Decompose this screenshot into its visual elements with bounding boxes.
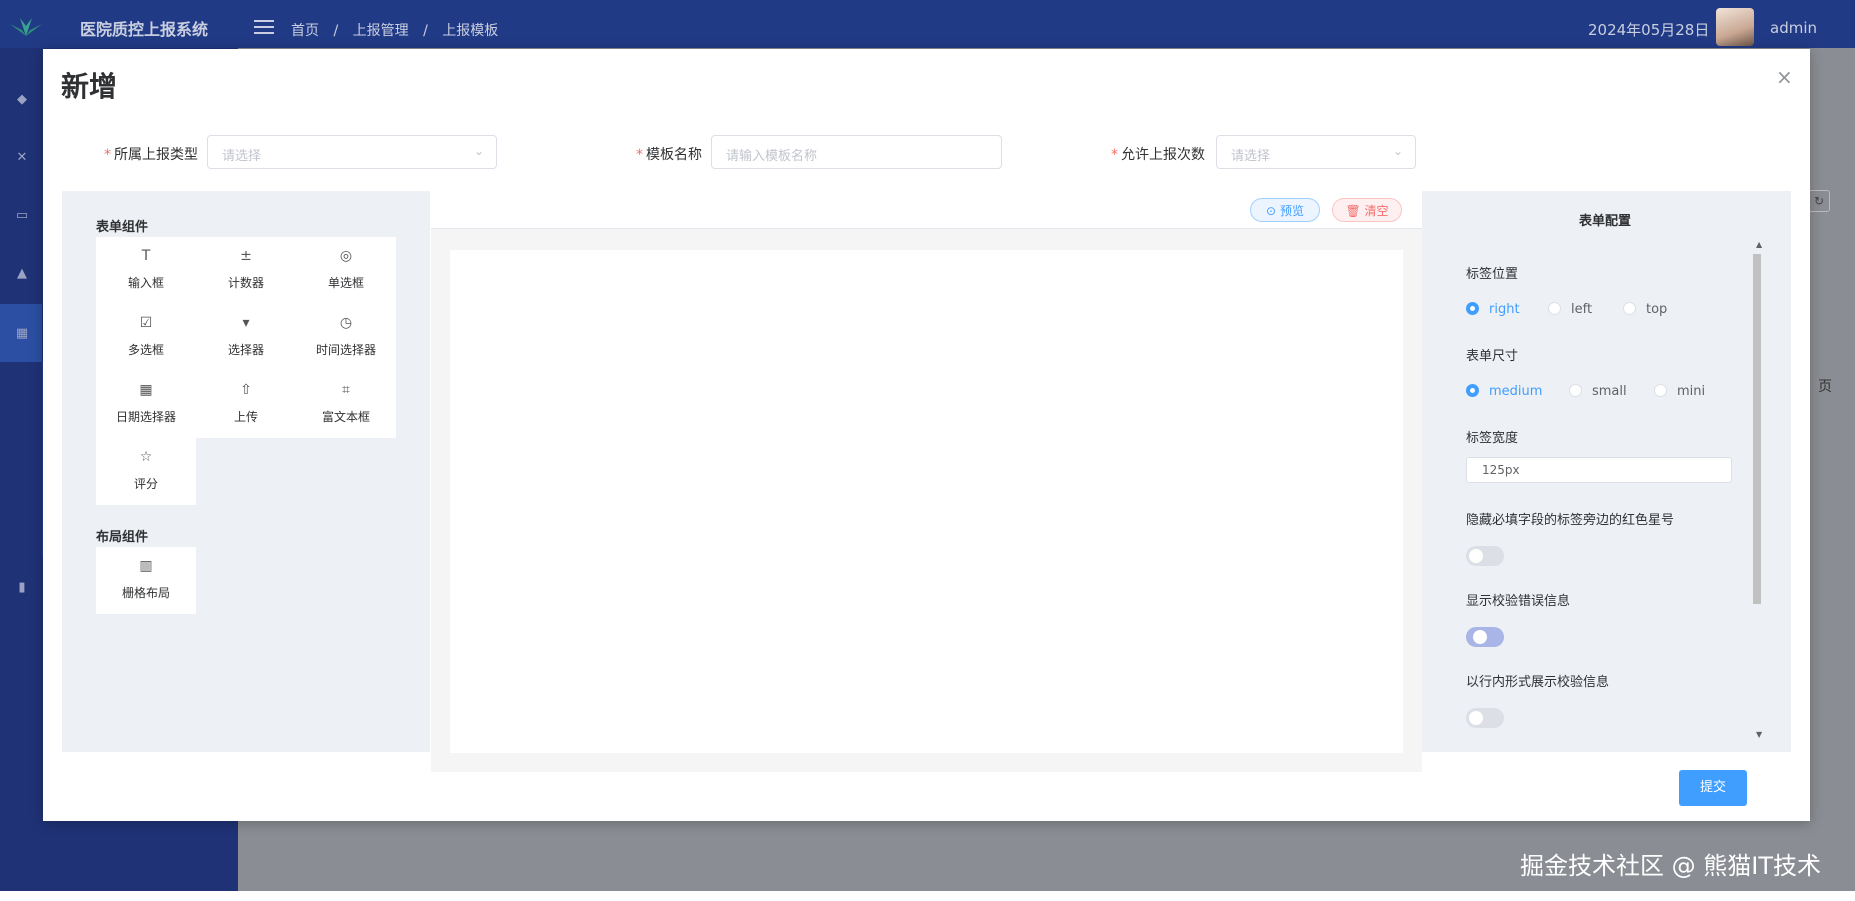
logo-icon [10,18,42,36]
label-position-right-radio[interactable]: right [1466,302,1520,317]
form-size-small-radio[interactable]: small [1569,384,1627,399]
scroll-up-arrow[interactable]: ▲ [1756,240,1762,249]
bottom-strip [0,891,1855,901]
username[interactable]: admin [1770,19,1817,37]
layout-components-title: 布局组件 [96,530,149,545]
bar-chart-icon[interactable]: ▮ [14,580,30,595]
avatar[interactable] [1716,8,1754,46]
component-upload[interactable]: ⇧ 上传 [196,371,296,438]
component-time-picker[interactable]: ◷ 时间选择器 [296,304,396,371]
grid-icon[interactable]: ▦ [14,326,30,341]
component-radio[interactable]: ◎ 单选框 [296,237,396,304]
upload-icon: ⇧ [240,382,252,398]
form-components-title: 表单组件 [96,220,149,235]
radio-icon: ◎ [339,248,353,264]
allowed-count-label: * 允许上报次数 [1111,147,1205,163]
text-field-icon: T [141,248,151,264]
show-message-label: 显示校验错误信息 [1466,594,1571,609]
label-position-top-radio[interactable]: top [1623,302,1667,317]
show-message-switch[interactable] [1466,627,1504,647]
component-grid-layout[interactable]: ▥ 栅格布局 [96,547,196,614]
component-input[interactable]: T 输入框 [96,237,196,304]
rich-text-icon: ⌗ [342,382,350,398]
select-icon: ▾ [242,315,250,331]
component-date-picker[interactable]: ▦ 日期选择器 [96,371,196,438]
expand-icon[interactable]: ✕ [14,150,30,165]
checkbox-icon: ☑ [139,315,153,331]
template-name-label: * 模板名称 [636,147,702,163]
clock-icon: ◷ [339,315,353,331]
breadcrumb-report-template: 上报模板 [442,23,499,39]
trash-icon: 🗑 [1345,204,1361,218]
allowed-count-select[interactable]: 请选择 ⌄ [1216,135,1416,169]
inline-message-label: 以行内形式展示校验信息 [1466,675,1610,690]
report-type-select[interactable]: 请选择 ⌄ [207,135,497,169]
preview-button[interactable]: ⊙ 预览 [1250,198,1320,222]
label-width-input[interactable]: 125px [1466,457,1732,483]
component-counter[interactable]: ± 计数器 [196,237,296,304]
config-title: 表单配置 [1579,214,1632,229]
refresh-icon[interactable]: ↻ [1808,190,1830,212]
submit-button[interactable]: 提交 [1679,770,1747,806]
inline-message-switch[interactable] [1466,708,1504,728]
dialog-title: 新增 [61,70,118,103]
scroll-down-arrow[interactable]: ▼ [1756,730,1762,739]
component-rich-text[interactable]: ⌗ 富文本框 [296,371,396,438]
close-icon[interactable]: × [1776,65,1793,89]
app-title: 医院质控上报系统 [80,20,209,39]
pagination-suffix: 页 [1818,379,1832,395]
breadcrumb-separator: / [423,23,428,39]
calendar-icon: ▦ [139,382,153,398]
watermark: 掘金技术社区 @ 熊猫IT技术 [1520,852,1821,880]
label-width-label: 标签宽度 [1466,431,1519,446]
star-icon: ☆ [139,449,153,465]
component-select[interactable]: ▾ 选择器 [196,304,296,371]
chevron-down-icon: ⌄ [473,144,484,158]
template-name-input[interactable]: 请输入模板名称 [711,135,1002,169]
report-type-label: * 所属上报类型 [104,147,198,163]
monitor-icon[interactable]: ▭ [14,208,30,223]
chevron-down-icon: ⌄ [1392,144,1403,158]
bank-icon[interactable]: ▲ [14,266,30,281]
menu-toggle-icon[interactable] [254,20,274,36]
top-bar [0,0,1855,48]
eye-icon: ⊙ [1266,204,1277,218]
breadcrumb-home[interactable]: 首页 [291,23,319,39]
form-size-mini-radio[interactable]: mini [1654,384,1705,399]
breadcrumb-report-management[interactable]: 上报管理 [353,23,409,39]
form-size-medium-radio[interactable]: medium [1466,384,1542,399]
hide-asterisk-label: 隐藏必填字段的标签旁边的红色星号 [1466,513,1675,528]
dashboard-icon[interactable]: ◆ [14,92,30,107]
hide-asterisk-switch[interactable] [1466,546,1504,566]
component-rate[interactable]: ☆ 评分 [96,438,196,505]
config-scrollbar[interactable] [1753,254,1761,604]
form-canvas[interactable] [450,250,1403,753]
label-position-label: 标签位置 [1466,267,1519,282]
clear-button[interactable]: 🗑 清空 [1332,198,1402,222]
counter-icon: ± [240,248,252,264]
label-position-left-radio[interactable]: left [1548,302,1592,317]
current-date: 2024年05月28日 [1588,21,1710,39]
component-checkbox[interactable]: ☑ 多选框 [96,304,196,371]
grid-layout-icon: ▥ [139,558,153,574]
breadcrumb: 首页 / 上报管理 / 上报模板 [291,20,508,40]
breadcrumb-separator: / [333,23,339,39]
form-size-label: 表单尺寸 [1466,349,1519,364]
